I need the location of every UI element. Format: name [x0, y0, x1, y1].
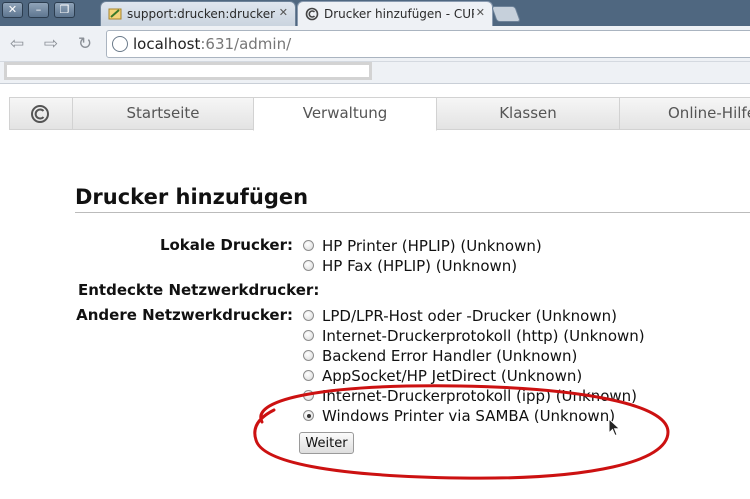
- new-tab-button[interactable]: [491, 6, 521, 22]
- tab-drucker-hinzufuegen[interactable]: Drucker hinzufügen - CUP ✕: [297, 1, 493, 28]
- printer-option-label: HP Printer (HPLIP) (Unknown): [322, 237, 542, 255]
- tab-label: support:drucken:drucken_: [127, 7, 275, 21]
- radio-button[interactable]: [303, 330, 314, 341]
- radio-button[interactable]: [303, 310, 314, 321]
- radio-button[interactable]: [303, 240, 314, 251]
- back-arrow-icon[interactable]: ⇦: [4, 32, 30, 56]
- radio-button[interactable]: [303, 370, 314, 381]
- cups-logo-icon: [31, 105, 49, 123]
- address-bar[interactable]: localhost:631/admin/: [106, 30, 750, 58]
- weiter-button[interactable]: Weiter: [299, 432, 354, 454]
- printer-option-label: Internet-Druckerprotokoll (http) (Unknow…: [322, 327, 645, 345]
- printer-option-label: LPD/LPR-Host oder -Drucker (Unknown): [322, 307, 617, 325]
- tab-support-drucken[interactable]: support:drucken:drucken_ ✕: [100, 1, 296, 27]
- radio-button[interactable]: [303, 390, 314, 401]
- mouse-cursor-icon: [608, 418, 621, 437]
- group-label-discovered: Entdeckte Netzwerkdrucker:: [78, 281, 320, 299]
- cups-favicon-icon: [305, 7, 319, 21]
- cups-navigation: Startseite Verwaltung Klassen Online-Hil…: [9, 97, 750, 131]
- radio-button[interactable]: [303, 260, 314, 271]
- reload-icon[interactable]: ↻: [72, 32, 98, 56]
- nav-online-hilfe[interactable]: Online-Hilfe: [619, 97, 750, 130]
- nav-klassen[interactable]: Klassen: [436, 97, 620, 130]
- tab-close-icon[interactable]: ✕: [279, 6, 288, 19]
- page-title: Drucker hinzufügen: [75, 185, 309, 209]
- title-divider: [75, 212, 750, 213]
- cups-logo-tab[interactable]: [9, 97, 73, 130]
- url-host: localhost: [133, 35, 201, 53]
- globe-icon: [112, 36, 128, 52]
- group-label-local: Lokale Drucker:: [159, 236, 293, 254]
- window-minimize-button[interactable]: –: [28, 2, 49, 18]
- url-text: localhost:631/admin/: [133, 35, 291, 53]
- forward-arrow-icon[interactable]: ⇨: [38, 32, 64, 56]
- tab-label: Drucker hinzufügen - CUP: [324, 7, 474, 21]
- window-close-button[interactable]: ✕: [2, 2, 23, 18]
- printer-option-label: AppSocket/HP JetDirect (Unknown): [322, 367, 583, 385]
- bookmark-strip: [4, 62, 372, 80]
- browser-tab-strip: ✕ – ❐ support:drucken:drucken_ ✕ Drucker…: [0, 0, 750, 28]
- url-path: :631/admin/: [200, 35, 292, 53]
- radio-button[interactable]: [303, 350, 314, 361]
- printer-option-label: Backend Error Handler (Unknown): [322, 347, 578, 365]
- radio-button-checked[interactable]: [303, 410, 314, 421]
- bookmark-bar: [0, 62, 750, 84]
- nav-startseite[interactable]: Startseite: [72, 97, 254, 130]
- window-maximize-button[interactable]: ❐: [54, 2, 75, 18]
- browser-toolbar: ⇦ ⇨ ↻ localhost:631/admin/: [0, 26, 750, 62]
- tab-close-icon[interactable]: ✕: [476, 6, 485, 19]
- group-label-other: Andere Netzwerkdrucker:: [76, 306, 293, 324]
- printer-option-label: Windows Printer via SAMBA (Unknown): [322, 407, 616, 425]
- printer-option-label: Internet-Druckerprotokoll (ipp) (Unknown…: [322, 387, 638, 405]
- printer-option-label: HP Fax (HPLIP) (Unknown): [322, 257, 518, 275]
- dokuwiki-favicon-icon: [108, 8, 122, 20]
- nav-verwaltung[interactable]: Verwaltung: [253, 97, 437, 131]
